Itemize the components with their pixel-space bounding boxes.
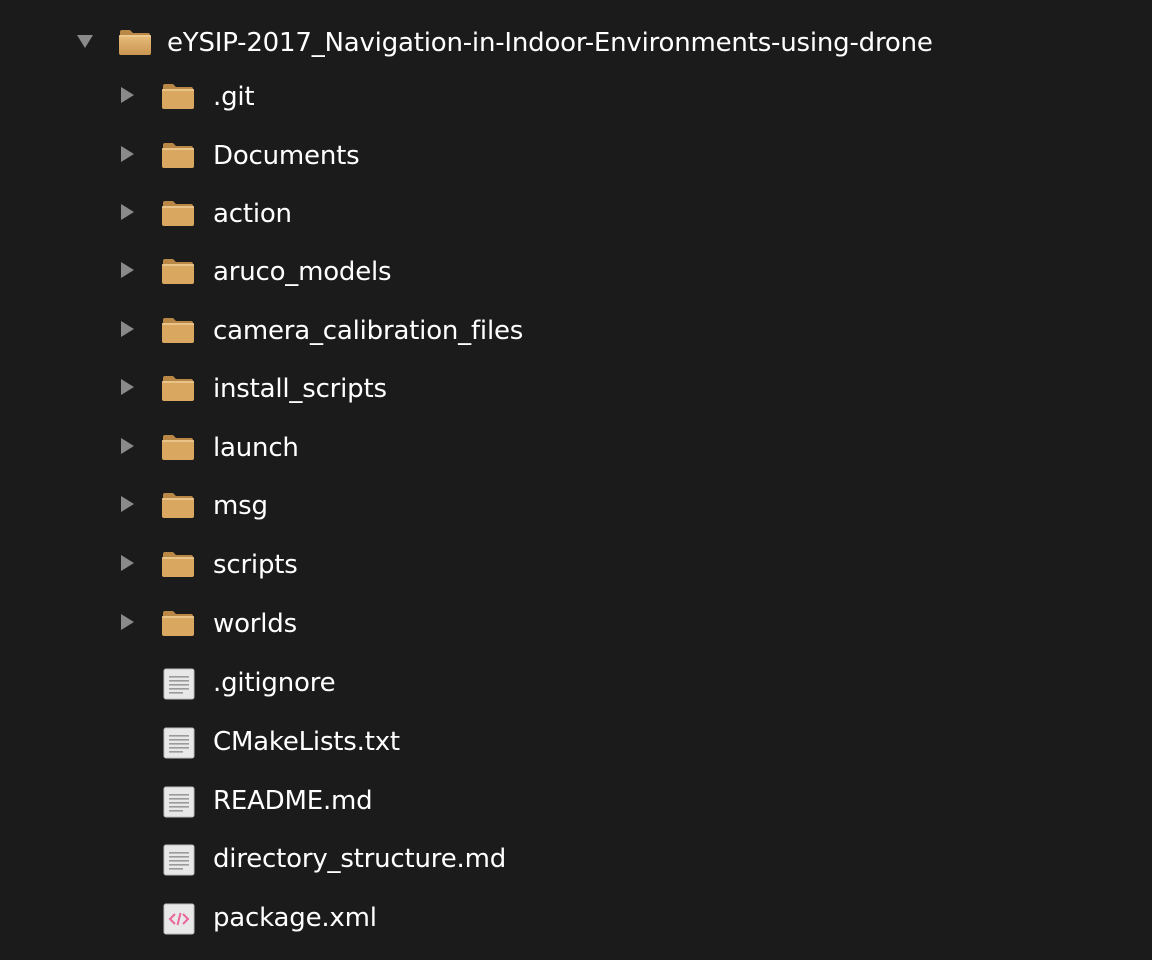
file-tree: eYSIP-2017_Navigation-in-Indoor-Environm…: [0, 0, 1152, 960]
folder-icon: [161, 81, 195, 111]
tree-item-file[interactable]: package.xml: [0, 889, 1152, 947]
tree-item-label: install_scripts: [213, 374, 387, 404]
tree-item-label: README.md: [213, 786, 373, 816]
tree-item-label: msg: [213, 491, 268, 521]
folder-icon: [161, 256, 195, 286]
tree-item-label: package.xml: [213, 903, 377, 933]
folder-icon: [161, 315, 195, 345]
text-file-icon: [163, 668, 195, 700]
tree-item-label: eYSIP-2017_Navigation-in-Indoor-Environm…: [167, 28, 933, 58]
tree-item-folder[interactable]: install_scripts: [0, 360, 1152, 418]
tree-item-label: CMakeLists.txt: [213, 727, 400, 757]
tree-item-folder[interactable]: action: [0, 185, 1152, 243]
tree-item-file[interactable]: README.md: [0, 772, 1152, 830]
tree-item-file[interactable]: directory_structure.md: [0, 830, 1152, 888]
tree-item-folder[interactable]: scripts: [0, 536, 1152, 594]
folder-icon: [161, 549, 195, 579]
tree-item-folder[interactable]: msg: [0, 477, 1152, 535]
folder-icon: [161, 490, 195, 520]
chevron-right-icon[interactable]: [121, 321, 134, 337]
tree-item-file[interactable]: .gitignore: [0, 654, 1152, 712]
tree-item-label: .git: [213, 82, 255, 112]
tree-item-label: launch: [213, 433, 299, 463]
text-file-icon: [163, 727, 195, 759]
tree-item-file[interactable]: CMakeLists.txt: [0, 713, 1152, 771]
tree-item-label: directory_structure.md: [213, 844, 507, 874]
tree-item-label: camera_calibration_files: [213, 316, 524, 346]
folder-icon: [161, 140, 195, 170]
folder-icon: [161, 373, 195, 403]
tree-item-label: action: [213, 199, 292, 229]
tree-item-folder[interactable]: Documents: [0, 127, 1152, 185]
chevron-right-icon[interactable]: [121, 555, 134, 571]
chevron-right-icon[interactable]: [121, 438, 134, 454]
tree-item-folder[interactable]: .git: [0, 68, 1152, 126]
tree-item-label: .gitignore: [213, 668, 336, 698]
text-file-icon: [163, 844, 195, 876]
tree-item-label: worlds: [213, 609, 297, 639]
tree-item-folder[interactable]: aruco_models: [0, 243, 1152, 301]
tree-item-label: Documents: [213, 141, 360, 171]
tree-item-label: aruco_models: [213, 257, 392, 287]
chevron-right-icon[interactable]: [121, 496, 134, 512]
folder-icon: [161, 198, 195, 228]
folder-icon: [118, 27, 152, 57]
tree-item-label: scripts: [213, 550, 298, 580]
folder-icon: [161, 432, 195, 462]
folder-icon: [161, 608, 195, 638]
chevron-right-icon[interactable]: [121, 614, 134, 630]
tree-item-folder[interactable]: worlds: [0, 595, 1152, 653]
chevron-down-icon[interactable]: [77, 35, 93, 48]
chevron-right-icon[interactable]: [121, 262, 134, 278]
tree-item-folder[interactable]: camera_calibration_files: [0, 302, 1152, 360]
code-file-icon: [163, 903, 195, 935]
text-file-icon: [163, 786, 195, 818]
chevron-right-icon[interactable]: [121, 87, 134, 103]
chevron-right-icon[interactable]: [121, 146, 134, 162]
tree-item-root-folder[interactable]: eYSIP-2017_Navigation-in-Indoor-Environm…: [0, 14, 1152, 72]
chevron-right-icon[interactable]: [121, 204, 134, 220]
chevron-right-icon[interactable]: [121, 379, 134, 395]
tree-item-folder[interactable]: launch: [0, 419, 1152, 477]
